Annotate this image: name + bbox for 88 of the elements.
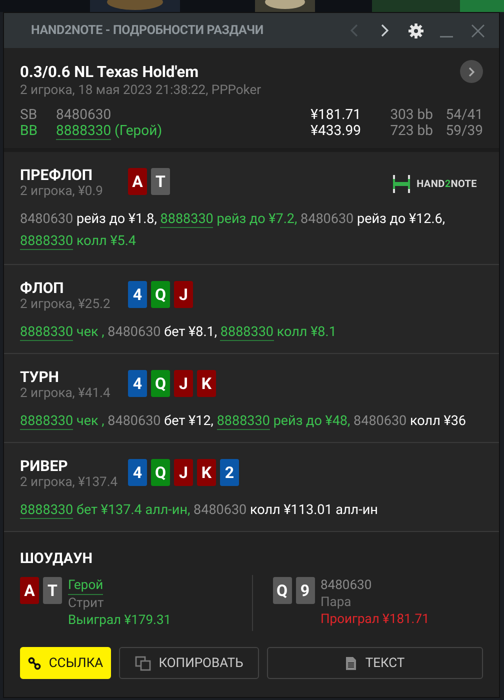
stack-bb: 723 bb bbox=[389, 123, 433, 139]
hand-rank: Пара bbox=[320, 594, 352, 611]
playing-card: J bbox=[174, 459, 193, 486]
playing-card: 4 bbox=[128, 281, 147, 308]
player-name: 8480630 bbox=[300, 211, 354, 227]
playing-card: K bbox=[197, 370, 216, 397]
player-name[interactable]: Герой bbox=[68, 577, 104, 595]
player-name: 8480630 bbox=[56, 107, 112, 123]
result-amount: Проиграл ¥181.71 bbox=[320, 611, 430, 628]
action-text: бет ¥137.4 алл-ин, bbox=[76, 502, 190, 518]
action-text: колл ¥5.4 bbox=[76, 233, 136, 249]
showdown-title: ШОУДАУН bbox=[20, 550, 94, 567]
action-text: чек , bbox=[76, 324, 104, 340]
playing-card: Q bbox=[151, 281, 170, 308]
street-pot: 2 игрока, ¥25.2 bbox=[20, 297, 112, 312]
copy-button[interactable]: КОПИРОВАТЬ bbox=[119, 647, 259, 679]
hand-subtitle: 2 игрока, 18 мая 2023 21:38:22, PPPoker bbox=[20, 83, 262, 98]
action-text: чек , bbox=[76, 413, 104, 429]
action-text: бет ¥12, bbox=[164, 413, 214, 429]
player-name: 8480630 bbox=[320, 577, 372, 594]
playing-card: Q bbox=[151, 459, 170, 486]
player-name[interactable]: 8888330 bbox=[20, 502, 74, 519]
player-name: 8480630 bbox=[108, 324, 161, 340]
action-text: колл ¥36 bbox=[410, 413, 466, 429]
player-name: 8480630 bbox=[194, 502, 247, 518]
hero-label: (Герой) bbox=[114, 123, 162, 139]
settings-icon bbox=[408, 22, 424, 38]
player-name[interactable]: 8888330 bbox=[56, 123, 112, 140]
player-name[interactable]: 8888330 bbox=[216, 413, 270, 430]
street-pot: 2 игрока, ¥0.9 bbox=[20, 184, 104, 199]
playing-card: Q bbox=[151, 370, 170, 397]
document-icon bbox=[345, 656, 358, 670]
playing-card: 9 bbox=[296, 577, 314, 604]
player-name[interactable]: 8888330 bbox=[160, 211, 214, 228]
copy-icon bbox=[134, 656, 151, 670]
chevron-right-icon bbox=[380, 24, 388, 37]
text-button[interactable]: ТЕКСТ bbox=[267, 647, 483, 679]
window-title: HAND2NOTE - ПОДРОБНОСТИ РАЗДАЧИ bbox=[31, 23, 264, 38]
playing-card: Q bbox=[272, 577, 292, 604]
street-title: РИВЕР bbox=[20, 457, 69, 475]
minimize-icon bbox=[440, 36, 453, 38]
action-text: рейз до ¥1.8, bbox=[76, 211, 157, 227]
playing-card: 2 bbox=[220, 459, 239, 486]
action-text: рейз до ¥12.6, bbox=[357, 211, 446, 227]
player-name[interactable]: 8888330 bbox=[20, 233, 74, 250]
position-label: BB bbox=[20, 123, 38, 139]
player-stats: 54/41 bbox=[444, 107, 483, 123]
position-label: SB bbox=[20, 107, 38, 123]
chevron-left-icon bbox=[350, 24, 358, 37]
action-text: рейз до ¥7.2, bbox=[216, 211, 298, 227]
street-pot: 2 игрока, ¥137.4 bbox=[20, 475, 119, 490]
playing-card: T bbox=[151, 168, 170, 195]
logo-text: HAND2NOTE bbox=[416, 178, 477, 190]
result-amount: Выиграл ¥179.31 bbox=[68, 612, 172, 629]
chevron-right-icon bbox=[468, 66, 475, 76]
playing-card: 4 bbox=[128, 459, 147, 486]
action-text: бет ¥8.1, bbox=[164, 324, 218, 340]
stack-amount: ¥433.99 bbox=[310, 123, 361, 139]
street-title: ФЛОП bbox=[20, 279, 65, 297]
action-text: рейз до ¥48, bbox=[273, 413, 350, 429]
stack-amount: ¥181.71 bbox=[310, 107, 361, 123]
close-icon bbox=[470, 24, 484, 38]
player-name[interactable]: 8888330 bbox=[20, 324, 74, 341]
playing-card: A bbox=[128, 168, 147, 195]
street-title: ПРЕФЛОП bbox=[20, 166, 94, 184]
street-title: ТУРН bbox=[20, 368, 60, 386]
street-pot: 2 игрока, ¥41.4 bbox=[20, 386, 112, 401]
playing-card: J bbox=[174, 370, 193, 397]
player-name: 8480630 bbox=[20, 211, 74, 227]
playing-card: A bbox=[20, 577, 39, 604]
action-text: колл ¥8.1 bbox=[276, 324, 336, 340]
player-name: 8480630 bbox=[108, 413, 161, 429]
hand-rank: Стрит bbox=[68, 595, 104, 612]
logo-icon bbox=[392, 174, 411, 194]
playing-card: J bbox=[174, 281, 193, 308]
playing-card: K bbox=[197, 459, 216, 486]
action-text: колл ¥113.01 алл-ин bbox=[250, 502, 378, 518]
hand-title: 0.3/0.6 NL Texas Hold'em bbox=[20, 62, 200, 80]
player-name[interactable]: 8888330 bbox=[220, 324, 274, 341]
next-button[interactable] bbox=[460, 60, 483, 83]
link-icon bbox=[28, 656, 41, 670]
stack-bb: 303 bb bbox=[389, 107, 433, 123]
player-stats: 59/39 bbox=[444, 123, 483, 139]
link-button[interactable]: ССЫЛКА bbox=[20, 647, 111, 679]
playing-card: T bbox=[43, 577, 62, 604]
playing-card: 4 bbox=[128, 370, 147, 397]
player-name: 8480630 bbox=[354, 413, 407, 429]
player-name[interactable]: 8888330 bbox=[20, 413, 74, 430]
